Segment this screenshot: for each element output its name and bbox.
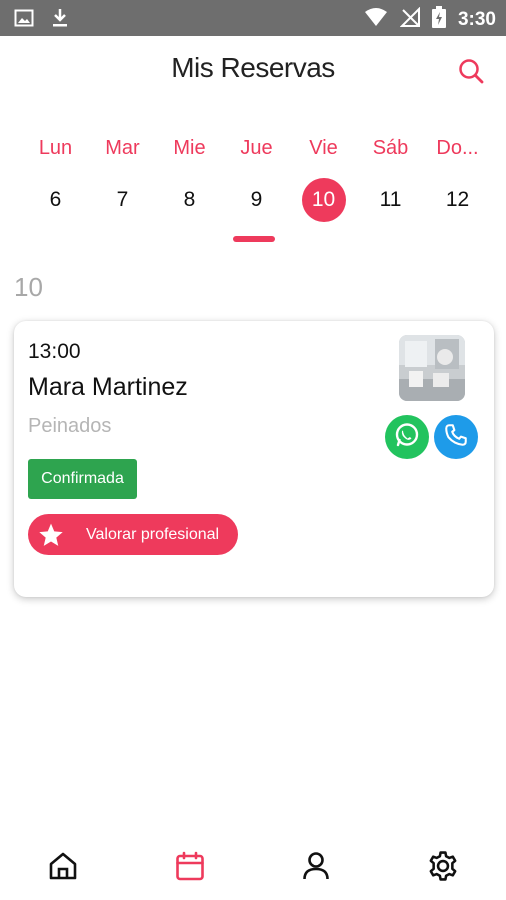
whatsapp-icon [393,421,421,454]
wifi-icon [364,7,388,32]
page-title: Mis Reservas [171,52,335,83]
nav-settings[interactable] [413,838,473,898]
day-name: Do... [436,137,479,159]
download-icon [50,7,70,34]
nav-home[interactable] [33,838,93,898]
day-name: Sáb [372,137,409,159]
day-name: Mie [173,137,206,159]
rate-professional-button[interactable]: Valorar profesional [28,514,238,555]
day-wed[interactable]: Mie 8 [156,134,223,222]
call-button[interactable] [434,415,478,459]
salon-thumbnail [399,335,465,401]
service-name: Peinados [28,415,112,437]
day-sun[interactable]: Do... 12 [424,134,491,222]
battery-charging-icon [431,6,446,33]
client-name: Mara Martinez [28,373,188,401]
day-thu[interactable]: Jue 9 [223,134,290,222]
status-bar: 3:30 [0,0,506,36]
day-number: 11 [379,188,402,211]
day-number: 8 [183,188,196,211]
week-strip: Lun 6 Mar 7 Mie 8 Jue 9 Vie 10 Sáb 11 Do… [22,134,492,222]
home-icon [47,850,79,887]
section-date-label: 10 [14,272,43,302]
day-name: Lun [38,137,73,159]
search-icon [458,58,484,89]
bottom-nav [0,836,506,900]
nav-calendar[interactable] [160,838,220,898]
booking-time: 13:00 [28,340,81,363]
whatsapp-button[interactable] [385,415,429,459]
image-icon [14,8,34,33]
settings-icon [426,849,460,888]
day-number-selected: 10 [301,178,346,222]
day-mon[interactable]: Lun 6 [22,134,89,222]
day-number: 12 [445,188,470,211]
nav-profile[interactable] [286,838,346,898]
day-sat[interactable]: Sáb 11 [357,134,424,222]
day-name: Vie [309,137,338,159]
phone-icon [443,422,469,453]
star-icon [28,522,74,548]
today-indicator [233,236,275,242]
day-tue[interactable]: Mar 7 [89,134,156,222]
day-number: 7 [116,188,129,211]
status-time: 3:30 [457,8,496,30]
booking-card[interactable]: 13:00 Mara Martinez Peinados Confirmada … [14,321,494,597]
status-badge: Confirmada [28,459,137,499]
day-fri-selected[interactable]: Vie 10 [290,134,357,222]
day-number: 9 [250,188,263,211]
calendar-icon [174,850,206,887]
day-name: Jue [240,137,273,159]
user-icon [300,850,332,887]
day-name: Mar [105,137,140,159]
search-button[interactable] [454,56,488,90]
day-number: 6 [49,188,62,211]
rate-button-label: Valorar profesional [86,525,220,543]
no-signal-icon [399,6,420,32]
